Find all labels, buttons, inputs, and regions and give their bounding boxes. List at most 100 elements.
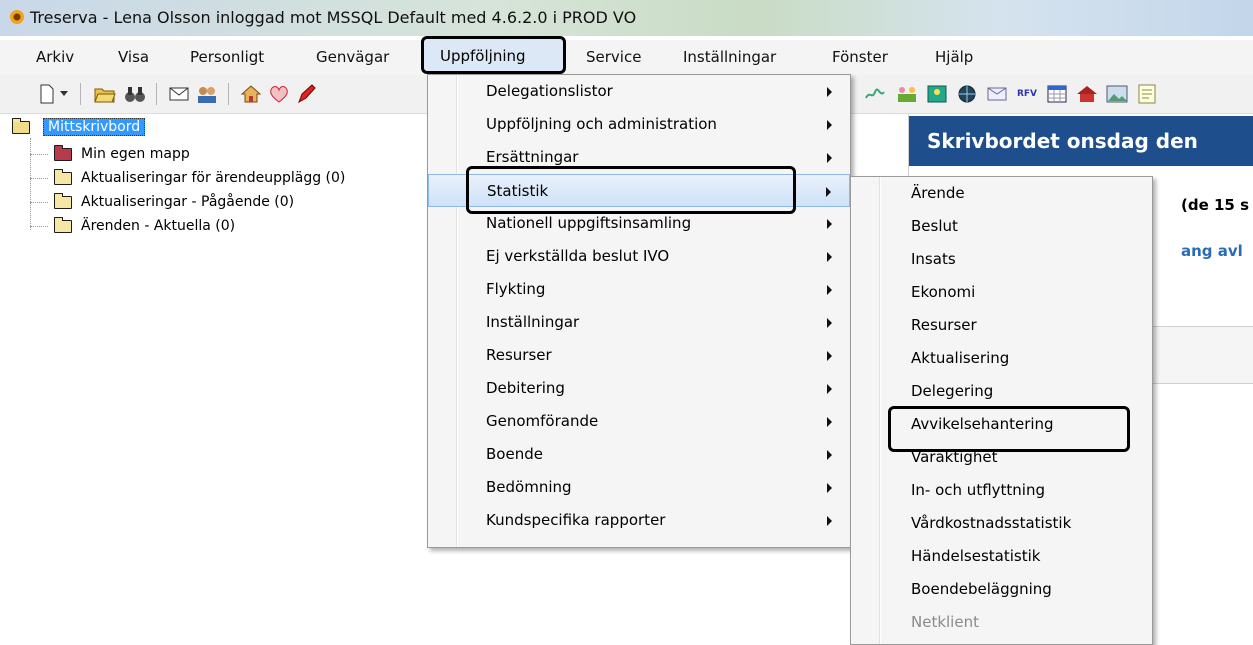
submenu-item-arende[interactable]: Ärende — [851, 177, 1152, 210]
image-icon[interactable] — [1106, 83, 1128, 105]
submenu-arrow-icon — [827, 417, 832, 427]
menu-service[interactable]: Service — [586, 48, 641, 66]
menu-uppfoljning-label: Uppföljning — [440, 47, 526, 65]
submenu-item-vardkostnadsstatistik[interactable]: Vårdkostnadsstatistik — [851, 507, 1152, 540]
open-folder-icon[interactable] — [94, 83, 116, 105]
menu-item-label: Genomförande — [486, 412, 599, 430]
pen-icon[interactable] — [296, 83, 318, 105]
home-icon[interactable] — [240, 83, 262, 105]
submenu-arrow-icon — [827, 351, 832, 361]
menu-fonster[interactable]: Fönster — [832, 48, 888, 66]
menu-item-label: Beslut — [911, 217, 958, 235]
menu-item-label: Netklient — [911, 613, 979, 631]
submenu-item-aktualisering[interactable]: Aktualisering — [851, 342, 1152, 375]
menu-hjalp[interactable]: Hjälp — [935, 48, 973, 66]
submenu-arrow-icon — [827, 483, 832, 493]
menu-item-statistik[interactable]: Statistik — [428, 174, 850, 207]
tree-item-label: Min egen mapp — [81, 146, 190, 162]
signature-icon[interactable] — [864, 83, 886, 105]
submenu-item-delegering[interactable]: Delegering — [851, 375, 1152, 408]
menu-item-label: Insats — [911, 250, 956, 268]
tree-root-label: Mittskrivbord — [43, 118, 146, 136]
grid-person-icon[interactable] — [926, 83, 948, 105]
toolbar-separator — [156, 83, 157, 105]
binoculars-icon[interactable] — [124, 83, 146, 105]
submenu-arrow-icon — [827, 516, 832, 526]
submenu-item-resurser[interactable]: Resurser — [851, 309, 1152, 342]
menu-item-installningar[interactable]: Inställningar — [428, 306, 850, 339]
submenu-arrow-icon — [827, 285, 832, 295]
menu-bar: Arkiv Visa Personligt Genvägar Service I… — [0, 40, 1253, 76]
submenu-arrow-icon — [827, 252, 832, 262]
desk-tree: Mittskrivbord Min egen mapp Aktualiserin… — [0, 114, 430, 414]
menu-item-uppfoljning-administration[interactable]: Uppföljning och administration — [428, 108, 850, 141]
menu-item-ersattningar[interactable]: Ersättningar — [428, 141, 850, 174]
menu-item-bedomning[interactable]: Bedömning — [428, 471, 850, 504]
menu-item-boende[interactable]: Boende — [428, 438, 850, 471]
submenu-item-beslut[interactable]: Beslut — [851, 210, 1152, 243]
menu-item-debitering[interactable]: Debitering — [428, 372, 850, 405]
submenu-arrow-icon — [827, 384, 832, 394]
envelope-icon[interactable] — [986, 83, 1008, 105]
menu-item-kundspecifika-rapporter[interactable]: Kundspecifika rapporter — [428, 504, 850, 537]
menu-item-label: Delegering — [911, 382, 994, 400]
house-icon[interactable] — [1076, 83, 1098, 105]
submenu-arrow-icon — [827, 153, 832, 163]
menu-item-label: Händelsestatistik — [911, 547, 1041, 565]
submenu-arrow-icon — [827, 318, 832, 328]
menu-visa[interactable]: Visa — [118, 48, 149, 66]
menu-item-genomforande[interactable]: Genomförande — [428, 405, 850, 438]
menu-item-label: Boendebeläggning — [911, 580, 1052, 598]
menu-item-label: Resurser — [911, 316, 977, 334]
mail-icon[interactable] — [168, 83, 190, 105]
folder-icon — [54, 216, 72, 233]
tree-root[interactable]: Mittskrivbord — [12, 117, 146, 137]
menu-arkiv[interactable]: Arkiv — [36, 48, 74, 66]
menu-item-ej-verkstallda-beslut[interactable]: Ej verkställda beslut IVO — [428, 240, 850, 273]
menu-item-delegationslistor[interactable]: Delegationslistor — [428, 75, 850, 108]
menu-genvagar[interactable]: Genvägar — [316, 48, 389, 66]
menu-item-label: Delegationslistor — [486, 82, 613, 100]
menu-item-label: Ekonomi — [911, 283, 976, 301]
rfv-icon[interactable]: RFV — [1014, 83, 1040, 105]
desk-header: Skrivbordet onsdag den — [909, 116, 1253, 166]
submenu-item-ekonomi[interactable]: Ekonomi — [851, 276, 1152, 309]
globe-icon[interactable] — [956, 83, 978, 105]
menu-item-label: Flykting — [486, 280, 546, 298]
group-icon[interactable] — [896, 83, 918, 105]
menu-item-resurser[interactable]: Resurser — [428, 339, 850, 372]
menu-installningar[interactable]: Inställningar — [683, 48, 776, 66]
tree-item-aktualiseringar-upplagg[interactable]: Aktualiseringar för ärendeupplägg (0) — [30, 167, 345, 189]
menu-item-label: Resurser — [486, 346, 552, 364]
tree-item-arenden-aktuella[interactable]: Ärenden - Aktuella (0) — [30, 215, 235, 237]
menu-item-flykting[interactable]: Flykting — [428, 273, 850, 306]
menu-item-label: Aktualisering — [911, 349, 1010, 367]
title-bar: Treserva - Lena Olsson inloggad mot MSSQ… — [0, 0, 1253, 36]
submenu-item-avvikelsehantering[interactable]: Avvikelsehantering — [851, 408, 1152, 441]
tree-item-label: Ärenden - Aktuella (0) — [81, 218, 236, 234]
tree-item-label: Aktualiseringar - Pågående (0) — [81, 194, 295, 210]
tree-item-aktualiseringar-pagaende[interactable]: Aktualiseringar - Pågående (0) — [30, 191, 294, 213]
folder-icon — [54, 168, 72, 185]
dropdown-arrow-icon[interactable] — [58, 83, 70, 105]
tree-item-min-egen-mapp[interactable]: Min egen mapp — [30, 143, 190, 165]
menu-item-label: Statistik — [487, 182, 549, 200]
menu-uppfoljning[interactable]: Uppföljning — [421, 36, 566, 74]
submenu-item-boendebelaggning[interactable]: Boendebeläggning — [851, 573, 1152, 606]
notes-icon[interactable] — [1136, 83, 1158, 105]
menu-item-nationell-uppgiftsinsamling[interactable]: Nationell uppgiftsinsamling — [428, 207, 850, 240]
calendar-icon[interactable] — [1046, 83, 1068, 105]
toolbar-separator — [80, 83, 81, 105]
people-icon[interactable] — [196, 83, 218, 105]
app-icon — [10, 10, 24, 24]
desk-link-text[interactable]: ang avl — [1181, 242, 1243, 260]
menu-personligt[interactable]: Personligt — [190, 48, 264, 66]
submenu-item-in-och-utflyttning[interactable]: In- och utflyttning — [851, 474, 1152, 507]
submenu-item-handelsestatistik[interactable]: Händelsestatistik — [851, 540, 1152, 573]
submenu-item-insats[interactable]: Insats — [851, 243, 1152, 276]
heart-icon[interactable] — [268, 83, 290, 105]
submenu-item-varaktighet[interactable]: Varaktighet — [851, 441, 1152, 474]
submenu-arrow-icon — [827, 120, 832, 130]
menu-item-label: Avvikelsehantering — [911, 415, 1054, 433]
new-document-icon[interactable] — [36, 83, 58, 105]
